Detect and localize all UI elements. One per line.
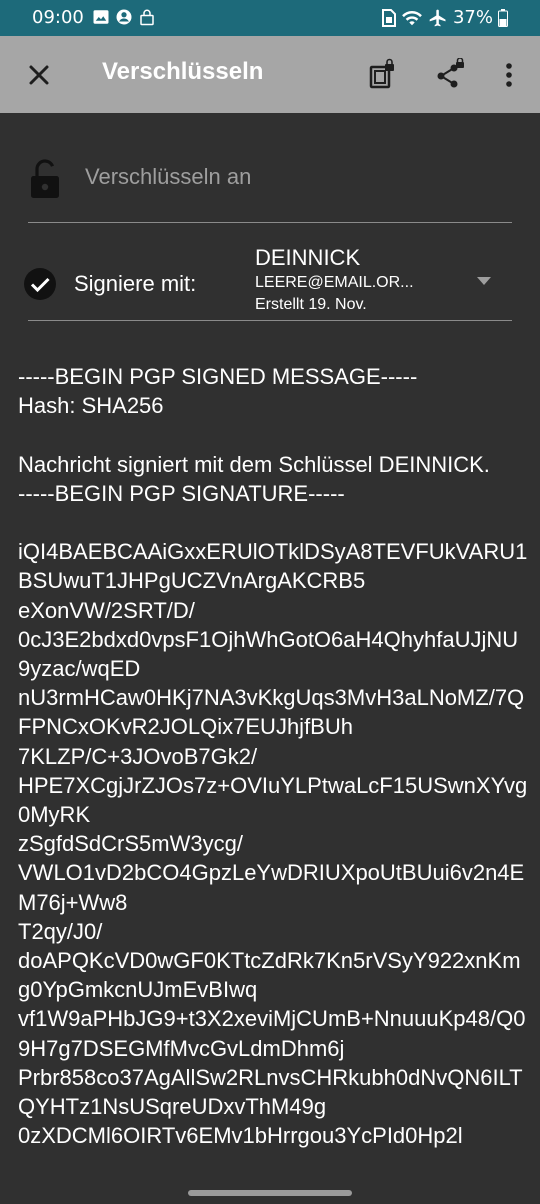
lock-open-icon	[31, 159, 59, 198]
status-left-icons	[92, 8, 156, 26]
encrypt-form: Verschlüsseln an Signiere mit: DEINNICK …	[0, 113, 540, 1186]
key-email: LEERE@EMAIL.OR...	[255, 274, 414, 291]
encrypt-to-field[interactable]: Verschlüsseln an	[28, 153, 512, 223]
page-title: Verschlüsseln	[102, 58, 264, 85]
share-icon[interactable]	[432, 58, 466, 92]
battery-icon	[498, 8, 508, 27]
key-created: Erstellt 19. Nov.	[255, 296, 367, 313]
status-time: 09:00	[32, 7, 84, 28]
navigation-bar	[0, 1186, 540, 1204]
home-gesture-pill[interactable]	[188, 1190, 352, 1196]
signing-key-selector[interactable]: DEINNICK LEERE@EMAIL.OR... Erstellt 19. …	[255, 244, 445, 320]
sim-icon	[381, 8, 396, 27]
lock-icon	[140, 9, 154, 26]
more-options-icon[interactable]	[492, 58, 526, 92]
check-circle-icon[interactable]	[23, 267, 57, 301]
wifi-icon	[402, 10, 422, 25]
pgp-message-text[interactable]: -----BEGIN PGP SIGNED MESSAGE----- Hash:…	[18, 362, 528, 1150]
image-icon	[93, 10, 109, 24]
sign-with-label: Signiere mit:	[74, 271, 197, 296]
airplane-icon	[429, 9, 446, 26]
account-icon	[116, 9, 132, 25]
battery-percentage: 37%	[452, 7, 493, 28]
encrypt-to-label: Verschlüsseln an	[85, 164, 252, 189]
copy-to-clipboard-icon[interactable]	[365, 58, 399, 92]
close-icon[interactable]	[22, 58, 56, 92]
app-toolbar: Verschlüsseln	[0, 36, 540, 113]
status-right-icons: 37%	[381, 7, 508, 28]
sign-with-row[interactable]: Signiere mit: DEINNICK LEERE@EMAIL.OR...…	[20, 238, 512, 322]
sign-row-divider	[28, 320, 512, 321]
dropdown-arrow-icon[interactable]	[475, 275, 493, 287]
status-bar: 09:00 37%	[0, 0, 540, 36]
key-name: DEINNICK	[255, 245, 361, 270]
